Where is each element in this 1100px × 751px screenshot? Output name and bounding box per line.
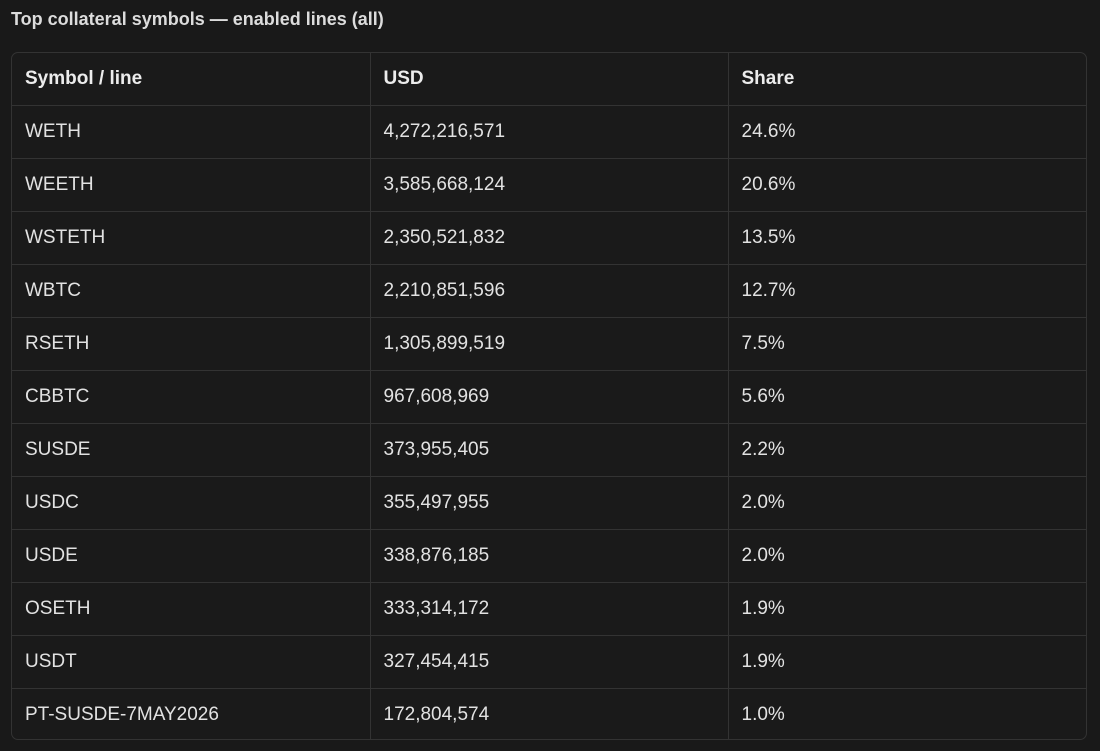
cell-symbol: SUSDE: [12, 423, 371, 477]
cell-share: 12.7%: [728, 264, 1086, 318]
cell-symbol: WSTETH: [12, 211, 371, 265]
cell-share: 20.6%: [728, 158, 1086, 212]
cell-share: 2.0%: [728, 476, 1086, 530]
cell-usd: 355,497,955: [370, 476, 729, 530]
cell-usd: 338,876,185: [370, 529, 729, 583]
table-row: USDC 355,497,955 2.0%: [12, 476, 1086, 530]
cell-symbol: WEETH: [12, 158, 371, 212]
cell-symbol: OSETH: [12, 582, 371, 636]
cell-usd: 333,314,172: [370, 582, 729, 636]
cell-symbol: CBBTC: [12, 370, 371, 424]
cell-share: 13.5%: [728, 211, 1086, 265]
table-row: WSTETH 2,350,521,832 13.5%: [12, 211, 1086, 265]
cell-share: 5.6%: [728, 370, 1086, 424]
cell-usd: 3,585,668,124: [370, 158, 729, 212]
cell-share: 2.2%: [728, 423, 1086, 477]
cell-symbol: USDC: [12, 476, 371, 530]
cell-symbol: WBTC: [12, 264, 371, 318]
cell-share: 1.0%: [741, 704, 785, 725]
cell-usd: 327,454,415: [370, 635, 729, 689]
cell-share: 1.9%: [728, 582, 1086, 636]
table-title: Top collateral symbols — enabled lines (…: [11, 9, 384, 29]
cell-usd: 373,955,405: [370, 423, 729, 477]
cell-usd: 4,272,216,571: [370, 105, 729, 159]
table-row: WETH 4,272,216,571 24.6%: [12, 105, 1086, 159]
table-row: WBTC 2,210,851,596 12.7%: [12, 264, 1086, 318]
column-header-usd: USD: [370, 53, 729, 106]
cell-usd: 1,305,899,519: [370, 317, 729, 371]
table-row: OSETH 333,314,172 1.9%: [12, 582, 1086, 636]
column-header-symbol: Symbol / line: [12, 53, 371, 106]
cell-usd: 2,210,851,596: [370, 264, 729, 318]
cell-symbol: RSETH: [12, 317, 371, 371]
cell-usd: 2,350,521,832: [370, 211, 729, 265]
column-header-share: Share: [728, 53, 1086, 106]
table-row: SUSDE 373,955,405 2.2%: [12, 423, 1086, 477]
table-header-row: Symbol / line USD Share: [12, 53, 1086, 106]
cell-usd: 172,804,574: [370, 688, 729, 739]
collateral-table: Symbol / line USD Share WETH 4,272,216,5…: [11, 52, 1087, 740]
table-row: CBBTC 967,608,969 5.6%: [12, 370, 1086, 424]
table-row: USDE 338,876,185 2.0%: [12, 529, 1086, 583]
table-row: USDT 327,454,415 1.9%: [12, 635, 1086, 689]
table-row: RSETH 1,305,899,519 7.5%: [12, 317, 1086, 371]
cell-symbol: WETH: [12, 105, 371, 159]
cell-symbol: PT-SUSDE-7MAY2026: [12, 688, 371, 739]
cell-share: 7.5%: [728, 317, 1086, 371]
cell-usd: 967,608,969: [370, 370, 729, 424]
table-row: PT-SUSDE-7MAY2026 172,804,574 1.0%: [12, 688, 1086, 739]
cell-symbol: USDE: [12, 529, 371, 583]
table-row: WEETH 3,585,668,124 20.6%: [12, 158, 1086, 212]
cell-share: 2.0%: [728, 529, 1086, 583]
cell-symbol: USDT: [12, 635, 371, 689]
cell-share: 24.6%: [728, 105, 1086, 159]
cell-share: 1.9%: [728, 635, 1086, 689]
